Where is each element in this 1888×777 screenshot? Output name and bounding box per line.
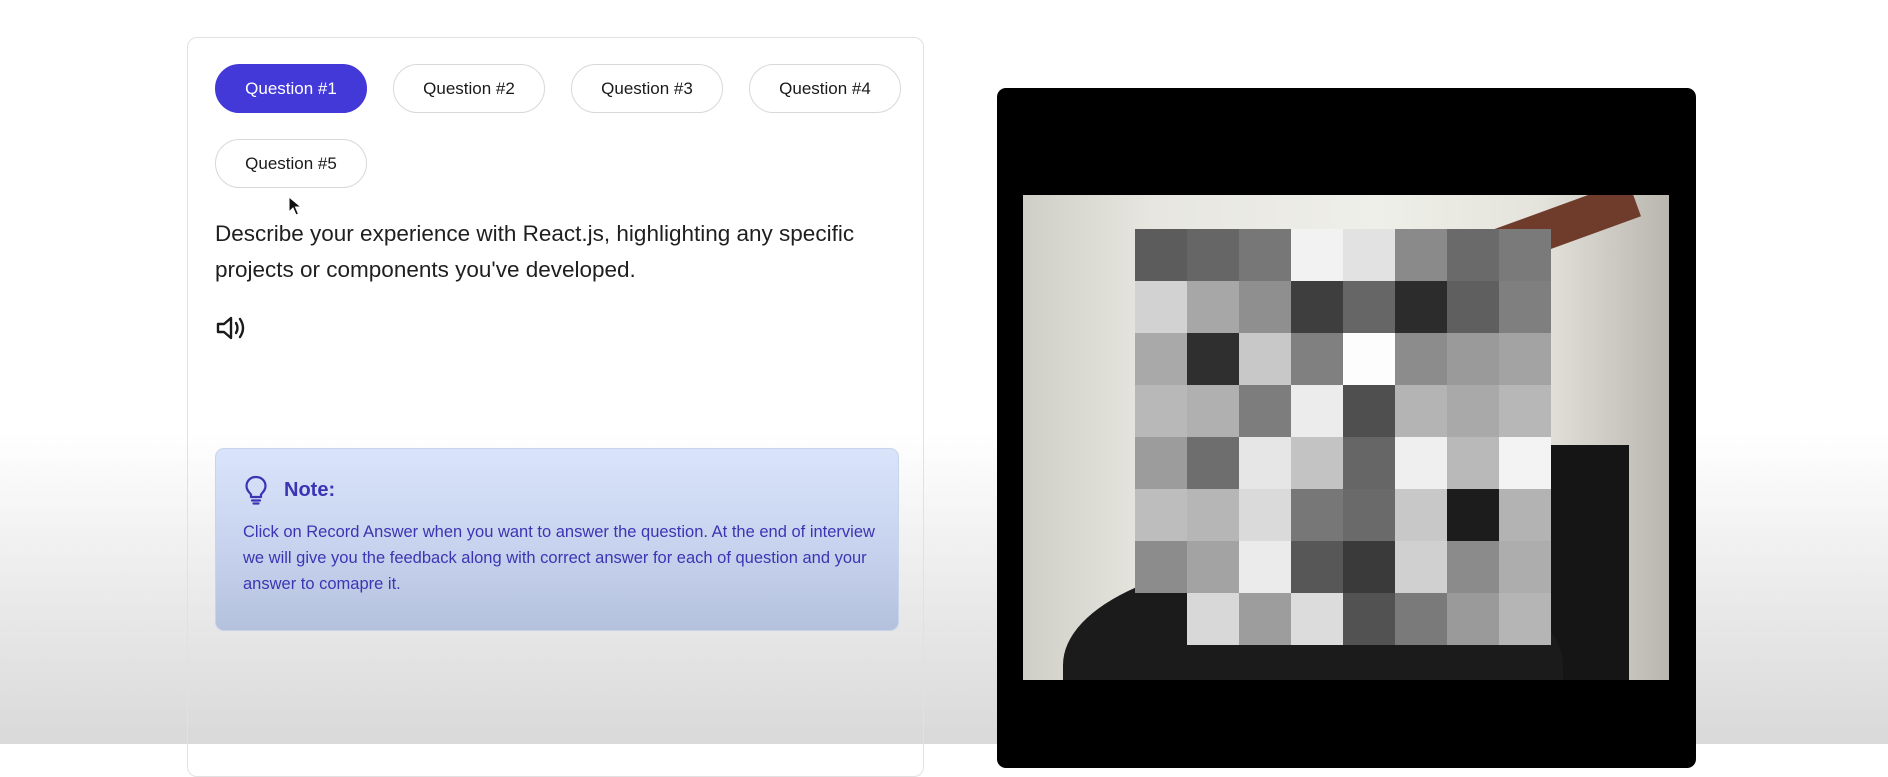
- mosaic-cell: [1343, 593, 1395, 645]
- mosaic-cell: [1239, 229, 1291, 281]
- mosaic-cell: [1187, 541, 1239, 593]
- mosaic-cell: [1343, 229, 1395, 281]
- question-tabs: Question #1 Question #2 Question #3 Ques…: [215, 64, 905, 188]
- tab-question-3[interactable]: Question #3: [571, 64, 723, 113]
- mosaic-cell: [1447, 385, 1499, 437]
- mosaic-cell: [1447, 437, 1499, 489]
- tab-question-2[interactable]: Question #2: [393, 64, 545, 113]
- pixelated-face: [1135, 229, 1551, 645]
- mosaic-cell: [1343, 541, 1395, 593]
- tab-question-1[interactable]: Question #1: [215, 64, 367, 113]
- mosaic-cell: [1135, 229, 1187, 281]
- mosaic-cell: [1239, 281, 1291, 333]
- mosaic-cell: [1291, 593, 1343, 645]
- mosaic-cell: [1291, 541, 1343, 593]
- mosaic-cell: [1239, 437, 1291, 489]
- mosaic-cell: [1447, 333, 1499, 385]
- mosaic-cell: [1343, 489, 1395, 541]
- mosaic-cell: [1395, 333, 1447, 385]
- mosaic-cell: [1343, 437, 1395, 489]
- mosaic-cell: [1499, 541, 1551, 593]
- mosaic-cell: [1135, 437, 1187, 489]
- mosaic-cell: [1187, 333, 1239, 385]
- mosaic-cell: [1499, 593, 1551, 645]
- mosaic-cell: [1343, 385, 1395, 437]
- mosaic-cell: [1187, 593, 1239, 645]
- mosaic-cell: [1499, 385, 1551, 437]
- mosaic-cell: [1135, 333, 1187, 385]
- mosaic-cell: [1395, 489, 1447, 541]
- mosaic-cell: [1499, 437, 1551, 489]
- question-panel: Question #1 Question #2 Question #3 Ques…: [187, 37, 924, 777]
- mosaic-cell: [1447, 489, 1499, 541]
- mosaic-cell: [1187, 281, 1239, 333]
- mosaic-cell: [1395, 385, 1447, 437]
- mosaic-cell: [1447, 593, 1499, 645]
- mosaic-cell: [1135, 593, 1187, 645]
- mosaic-cell: [1499, 333, 1551, 385]
- mosaic-cell: [1291, 385, 1343, 437]
- tab-question-5[interactable]: Question #5: [215, 139, 367, 188]
- mosaic-cell: [1291, 437, 1343, 489]
- mosaic-cell: [1239, 333, 1291, 385]
- mosaic-cell: [1291, 333, 1343, 385]
- mosaic-cell: [1135, 385, 1187, 437]
- mosaic-cell: [1343, 333, 1395, 385]
- lightbulb-icon: [245, 475, 267, 505]
- mosaic-cell: [1239, 385, 1291, 437]
- mosaic-cell: [1187, 437, 1239, 489]
- note-title: Note:: [284, 478, 336, 501]
- mosaic-cell: [1499, 229, 1551, 281]
- question-text: Describe your experience with React.js, …: [215, 221, 855, 282]
- note-header: Note:: [244, 475, 335, 505]
- mosaic-cell: [1395, 437, 1447, 489]
- mosaic-cell: [1239, 541, 1291, 593]
- mosaic-cell: [1499, 489, 1551, 541]
- mosaic-cell: [1447, 541, 1499, 593]
- mosaic-cell: [1239, 593, 1291, 645]
- tab-question-4[interactable]: Question #4: [749, 64, 901, 113]
- mosaic-cell: [1447, 281, 1499, 333]
- mosaic-cell: [1395, 541, 1447, 593]
- mosaic-cell: [1239, 489, 1291, 541]
- note-box: Note: Click on Record Answer when you wa…: [215, 448, 899, 631]
- mosaic-cell: [1395, 229, 1447, 281]
- cursor-icon: [288, 196, 302, 216]
- mosaic-cell: [1135, 281, 1187, 333]
- webcam-feed: [1023, 195, 1669, 680]
- mosaic-cell: [1135, 489, 1187, 541]
- mosaic-cell: [1291, 229, 1343, 281]
- mosaic-cell: [1187, 385, 1239, 437]
- mosaic-cell: [1291, 489, 1343, 541]
- mosaic-cell: [1447, 229, 1499, 281]
- mosaic-cell: [1343, 281, 1395, 333]
- webcam-panel: [997, 88, 1696, 768]
- mosaic-cell: [1187, 229, 1239, 281]
- note-body: Click on Record Answer when you want to …: [243, 523, 875, 593]
- mosaic-cell: [1291, 281, 1343, 333]
- mosaic-cell: [1187, 489, 1239, 541]
- mosaic-cell: [1395, 281, 1447, 333]
- mosaic-cell: [1395, 593, 1447, 645]
- mosaic-cell: [1499, 281, 1551, 333]
- mosaic-cell: [1135, 541, 1187, 593]
- speaker-icon[interactable]: [215, 314, 247, 342]
